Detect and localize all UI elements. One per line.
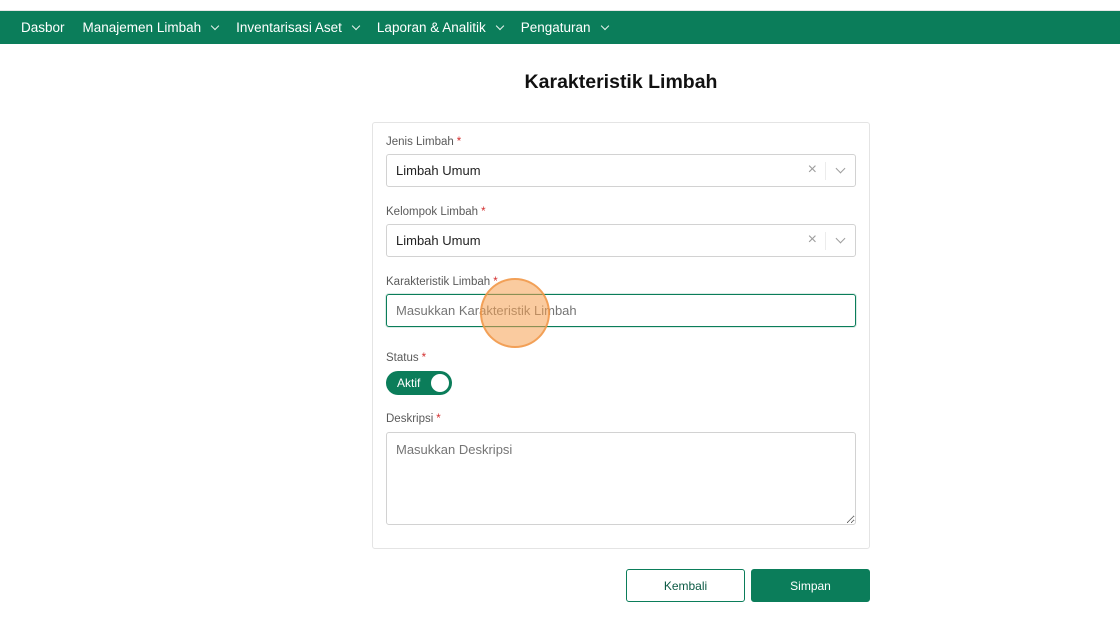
- label-text: Jenis Limbah: [386, 136, 454, 148]
- required-mark: *: [493, 276, 498, 288]
- nav-item-label: Dasbor: [21, 20, 65, 35]
- select-value: Limbah Umum: [396, 233, 481, 248]
- kelompok-limbah-select[interactable]: Limbah Umum ×: [386, 224, 856, 257]
- required-mark: *: [481, 206, 486, 218]
- form-card: Jenis Limbah * Limbah Umum × Kelompok Lim…: [372, 122, 870, 549]
- top-navbar: Dasbor Manajemen Limbah Inventarisasi As…: [0, 11, 1120, 44]
- chevron-down-icon: [210, 21, 220, 30]
- select-divider: [825, 162, 826, 180]
- page-title: Karakteristik Limbah: [524, 71, 718, 93]
- deskripsi-label: Deskripsi *: [386, 413, 441, 425]
- jenis-limbah-select[interactable]: Limbah Umum ×: [386, 154, 856, 187]
- required-mark: *: [456, 136, 462, 148]
- status-toggle[interactable]: Aktif: [386, 371, 452, 395]
- jenis-limbah-label: Jenis Limbah *: [386, 136, 461, 148]
- chevron-down-icon: [495, 21, 504, 30]
- required-mark: *: [436, 413, 441, 425]
- nav-item-pengaturan[interactable]: Pengaturan: [520, 20, 609, 35]
- nav-item-manajemen-limbah[interactable]: Manajemen Limbah: [82, 20, 220, 35]
- label-text: Kelompok Limbah: [386, 206, 479, 218]
- karakteristik-limbah-input[interactable]: [386, 294, 856, 327]
- kelompok-limbah-label: Kelompok Limbah *: [386, 206, 486, 218]
- nav-item-laporan-analitik[interactable]: Laporan & Analitik: [376, 20, 504, 35]
- simpan-button[interactable]: Simpan: [751, 569, 870, 602]
- kembali-button[interactable]: Kembali: [626, 569, 745, 602]
- chevron-down-icon[interactable]: [835, 233, 846, 244]
- karakteristik-limbah-label: Karakteristik Limbah *: [386, 276, 498, 288]
- toggle-label: Aktif: [397, 376, 421, 390]
- nav-item-dasbor[interactable]: Dasbor: [21, 20, 65, 35]
- nav-item-label: Laporan & Analitik: [376, 20, 486, 35]
- clear-icon[interactable]: ×: [808, 232, 817, 248]
- label-text: Deskripsi: [386, 413, 434, 425]
- chevron-down-icon: [600, 21, 609, 30]
- label-text: Status: [386, 352, 419, 364]
- required-mark: *: [421, 352, 427, 364]
- deskripsi-textarea[interactable]: [386, 432, 856, 525]
- nav-item-inventarisasi-aset[interactable]: Inventarisasi Aset: [236, 20, 361, 35]
- nav-item-label: Pengaturan: [520, 20, 591, 35]
- toggle-knob: [431, 374, 449, 392]
- select-value: Limbah Umum: [396, 163, 481, 178]
- chevron-down-icon[interactable]: [835, 163, 846, 174]
- chevron-down-icon: [351, 21, 361, 30]
- clear-icon[interactable]: ×: [808, 162, 817, 178]
- nav-item-label: Manajemen Limbah: [82, 20, 202, 35]
- browser-top-strip: [0, 0, 1120, 11]
- select-divider: [825, 232, 826, 250]
- label-text: Karakteristik Limbah: [386, 276, 491, 288]
- nav-item-label: Inventarisasi Aset: [236, 20, 342, 35]
- status-label: Status *: [386, 352, 426, 364]
